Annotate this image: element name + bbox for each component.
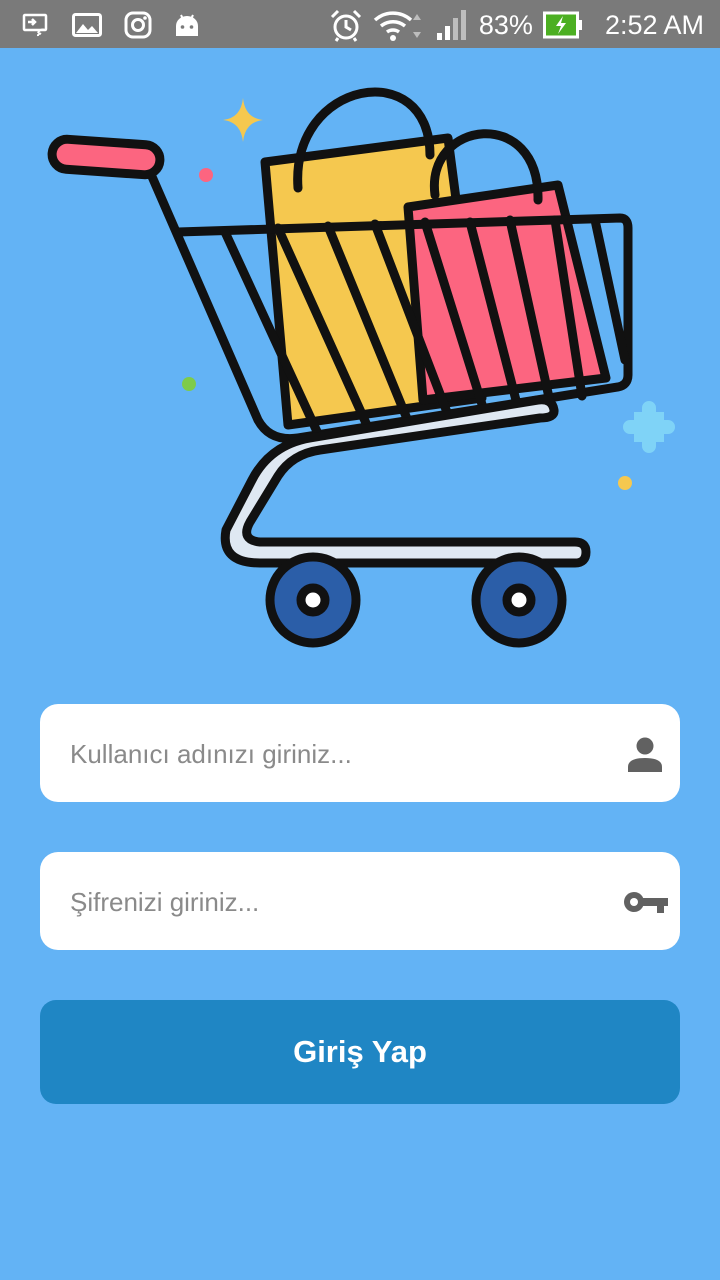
- image-icon: [72, 13, 102, 37]
- shopping-cart-illustration: [30, 60, 690, 660]
- android-icon: [174, 12, 200, 38]
- alarm-icon: [329, 8, 363, 42]
- dot-yellow: [618, 476, 632, 490]
- dot-green: [182, 377, 196, 391]
- cart-wheel-right: [471, 552, 567, 648]
- plus-icon: [623, 401, 675, 453]
- username-input[interactable]: [68, 704, 612, 804]
- username-field[interactable]: [40, 704, 680, 804]
- dot-pink: [199, 168, 213, 182]
- sparkle-icon: [223, 98, 263, 142]
- password-field[interactable]: [40, 852, 680, 952]
- status-bar: 83% 2:52 AM: [0, 0, 720, 48]
- cart-handle: [47, 134, 165, 180]
- key-icon: [622, 882, 670, 922]
- user-icon: [624, 734, 664, 774]
- password-input[interactable]: [68, 852, 612, 952]
- instagram-icon: [124, 11, 152, 39]
- cart-wheel-left: [265, 552, 361, 648]
- system-icons: 83% 2:52 AM: [329, 6, 704, 44]
- signal-icon: [435, 9, 469, 41]
- clock: 2:52 AM: [604, 9, 704, 40]
- battery-percent: 83%: [478, 9, 533, 40]
- wifi-icon: [373, 8, 425, 42]
- notification-icons: [22, 8, 200, 42]
- login-button[interactable]: Giriş Yap: [40, 1000, 680, 1104]
- battery-charging-icon: [542, 11, 583, 39]
- cart-frame: [220, 395, 591, 568]
- screen-cast-icon: [22, 12, 50, 38]
- shopping-cart-icon: [47, 87, 675, 648]
